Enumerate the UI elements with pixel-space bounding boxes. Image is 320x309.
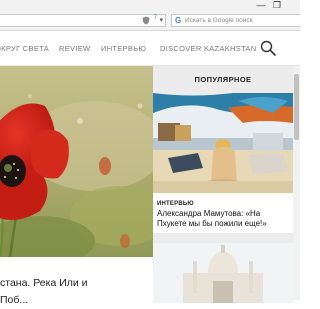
popular-card[interactable]: ИНТЕРВЬЮ Александра Мамутова: «На Пхукет… — [153, 93, 293, 233]
nav-item-discover-kazakhstan[interactable]: DISCOVER KAZAKHSTAN — [160, 44, 256, 53]
page-scrollbar[interactable] — [293, 66, 300, 300]
popular-sidebar: ПОПУЛЯРНОЕ ИНТЕРВЬЮ Александра Мамутова:… — [153, 66, 293, 303]
popular-card[interactable] — [153, 243, 293, 303]
restore-icon[interactable]: ❐ — [270, 0, 284, 10]
browser-search-bar[interactable]: G — [171, 14, 300, 27]
dropdown-arrow-icon[interactable]: ▾ — [159, 16, 163, 25]
hero-image[interactable] — [0, 66, 153, 257]
window-titlebar: — ❐ — [0, 0, 300, 12]
card-category: ИНТЕРВЬЮ — [157, 201, 194, 207]
article-title-line: стана. Река Или и — [0, 277, 88, 289]
card-title[interactable]: Александра Мамутова: «На Пхукете мы бы п… — [157, 209, 291, 229]
bookmark-count: 7 — [153, 15, 157, 21]
article-title[interactable]: стана. Река Или и Поб... — [0, 275, 88, 309]
google-icon: G — [175, 16, 182, 25]
browser-search-input[interactable] — [185, 15, 297, 26]
scrollbar-thumb[interactable] — [294, 74, 299, 140]
minimize-icon[interactable]: — — [254, 0, 268, 10]
nav-item-review[interactable]: REVIEW — [59, 44, 90, 53]
search-icon[interactable] — [260, 40, 276, 56]
site-header: ВОКРУГ СВЕТА REVIEW ИНТЕРВЬЮ DISCOVER KA… — [0, 31, 300, 66]
shield-icon[interactable] — [141, 16, 151, 25]
nav-item-around-world[interactable]: ВОКРУГ СВЕТА — [0, 44, 49, 53]
card-image[interactable] — [153, 93, 293, 193]
sidebar-title: ПОПУЛЯРНОЕ — [194, 75, 252, 84]
browser-toolbar: 7 ▾ G — [0, 12, 300, 31]
article-title-line: Поб... — [0, 294, 29, 306]
nav-item-interview[interactable]: ИНТЕРВЬЮ — [101, 44, 146, 53]
address-bar[interactable]: 7 ▾ — [0, 14, 166, 27]
